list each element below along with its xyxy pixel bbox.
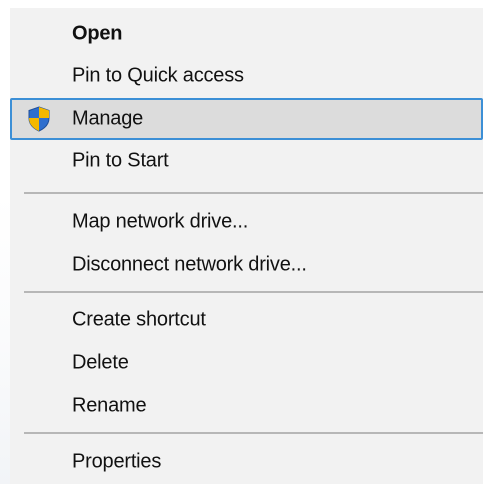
menu-item-manage[interactable]: Manage — [10, 98, 483, 140]
menu-item-create-shortcut[interactable]: Create shortcut — [10, 300, 483, 340]
menu-item-pin-to-start[interactable]: Pin to Start — [10, 141, 483, 181]
menu-item-label: Map network drive... — [72, 210, 249, 233]
menu-item-pin-to-quick-access[interactable]: Pin to Quick access — [10, 56, 483, 96]
menu-item-rename[interactable]: Rename — [10, 386, 483, 426]
menu-item-open[interactable]: Open — [10, 14, 483, 54]
menu-item-label: Disconnect network drive... — [72, 253, 307, 276]
menu-item-label: Rename — [72, 394, 147, 417]
menu-item-label: Open — [72, 22, 123, 45]
menu-item-label: Create shortcut — [72, 308, 206, 331]
menu-item-label: Pin to Start — [72, 149, 169, 172]
menu-separator — [24, 192, 483, 194]
context-menu: Open Pin to Quick access Manage Pin to S… — [10, 8, 483, 484]
menu-separator — [24, 291, 483, 293]
menu-separator — [24, 432, 483, 434]
menu-item-label: Delete — [72, 351, 129, 374]
menu-item-delete[interactable]: Delete — [10, 343, 483, 383]
menu-item-label: Manage — [72, 107, 144, 130]
menu-item-label: Properties — [72, 450, 162, 473]
menu-item-label: Pin to Quick access — [72, 64, 244, 87]
menu-item-disconnect-network-drive[interactable]: Disconnect network drive... — [10, 245, 483, 285]
uac-shield-icon — [28, 106, 50, 132]
menu-item-properties[interactable]: Properties — [10, 442, 483, 482]
menu-item-map-network-drive[interactable]: Map network drive... — [10, 202, 483, 242]
